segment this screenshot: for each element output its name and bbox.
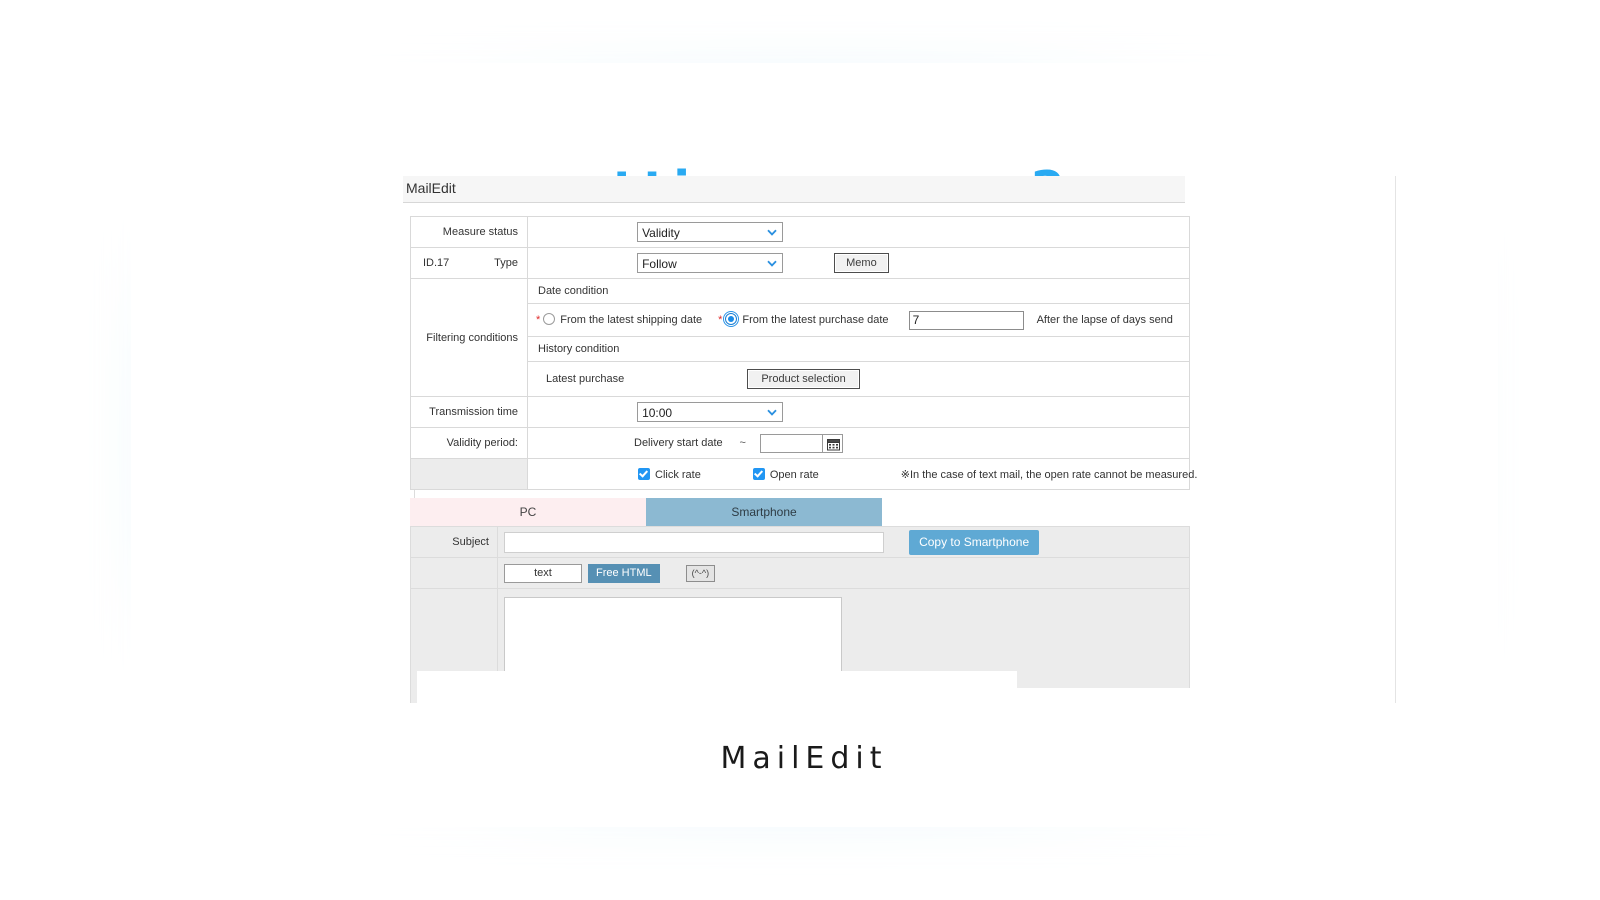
label-delivery-start-date: Delivery start date (634, 436, 723, 449)
chevron-down-icon (767, 229, 777, 236)
checkbox-open-rate[interactable] (752, 467, 765, 480)
row-filtering-date-heading: Filtering conditions Date condition (410, 278, 1190, 397)
row-validity-period: Validity period: Delivery start date ~ (410, 427, 1190, 459)
type-select-value: Follow (642, 257, 677, 271)
row-subject: Subject Copy to Smartphone (410, 526, 1190, 558)
label-click-rate: Click rate (655, 468, 701, 481)
tab-pc[interactable]: PC (410, 498, 646, 526)
required-mark: * (718, 313, 723, 326)
format-free-html-button[interactable]: Free HTML (588, 563, 660, 583)
format-text-button[interactable]: text (504, 563, 582, 583)
chevron-down-icon (767, 409, 777, 416)
label-latest-shipping-date: From the latest shipping date (560, 313, 703, 326)
screenshot-right-rule (1395, 176, 1396, 703)
label-rates-empty (410, 458, 528, 490)
label-type: Type (494, 257, 518, 269)
label-validity-period: Validity period: (410, 427, 528, 459)
product-selection-button[interactable]: Product selection (747, 369, 860, 389)
label-latest-purchase-date: From the latest purchase date (742, 313, 889, 326)
cell-subject: Copy to Smartphone (497, 526, 1190, 558)
screenshot-crop-mask-2 (1017, 688, 1417, 703)
subject-input[interactable] (504, 531, 884, 553)
row-filtering-history-heading: History condition (411, 336, 1190, 362)
row-measure-status: Measure status Validity (410, 216, 1190, 248)
days-input[interactable]: 7 (908, 310, 1024, 330)
cell-format-buttons: text Free HTML (^-^) (497, 557, 1190, 589)
cell-date-radios: * From the latest shipping date * From the … (527, 303, 1190, 337)
transmission-time-select[interactable]: 10:00 (637, 402, 784, 422)
calendar-icon[interactable] (821, 433, 843, 453)
label-measure-status: Measure status (410, 216, 528, 248)
cell-type: Follow Memo (527, 247, 1190, 279)
cell-format-label-empty (410, 557, 498, 589)
emoji-button[interactable]: (^-^) (685, 564, 716, 582)
date-condition-heading: Date condition (527, 278, 1190, 304)
transmission-time-select-value: 10:00 (642, 406, 673, 420)
slide-stage: setting screen2 MailEdit Measure status (0, 0, 1600, 900)
device-tabs: PC Smartphone (410, 498, 1190, 526)
required-mark: * (536, 313, 541, 326)
label-transmission-time: Transmission time (410, 396, 528, 428)
label-type-group: ID.17 Type (410, 247, 528, 279)
cell-validity-period: Delivery start date ~ (527, 427, 1190, 459)
label-subject: Subject (410, 526, 498, 558)
label-latest-purchase: Latest purchase (546, 372, 625, 385)
radio-latest-shipping-date[interactable] (543, 312, 556, 325)
screenshot-crop-mask (417, 671, 1017, 703)
app-screenshot: MailEdit Measure status Validity ID.17 T… (403, 176, 1498, 703)
row-type: ID.17 Type Follow Memo (410, 247, 1190, 279)
memo-button[interactable]: Memo (834, 253, 889, 273)
type-select[interactable]: Follow (637, 253, 784, 273)
validity-end-date-input[interactable] (759, 433, 822, 453)
cell-transmission-time: 10:00 (527, 396, 1190, 428)
settings-form-table: Measure status Validity ID.17 Type Follo… (410, 216, 1197, 490)
app-titlebar: MailEdit (403, 176, 1185, 203)
cell-measure-status: Validity (527, 216, 1190, 248)
row-rates: Click rate Open rate ※In the case of text … (410, 458, 1197, 490)
measure-status-select[interactable]: Validity (637, 222, 784, 242)
label-filtering-conditions: Filtering conditions (410, 278, 528, 397)
footer-caption: MailEdit (720, 741, 888, 776)
label-days-suffix: After the lapse of days send (1036, 313, 1173, 326)
measure-status-select-value: Validity (642, 226, 680, 240)
row-transmission-time: Transmission time 10:00 (410, 396, 1190, 428)
tab-smartphone[interactable]: Smartphone (646, 498, 882, 526)
cell-latest-purchase: Latest purchase Product selection (527, 361, 1190, 397)
row-filtering-history: Latest purchase Product selection (411, 361, 1190, 397)
history-condition-heading: History condition (527, 336, 1190, 362)
chevron-down-icon (767, 260, 777, 267)
label-open-rate: Open rate (769, 468, 819, 481)
app-title: MailEdit (406, 180, 456, 196)
label-id: ID.17 (423, 257, 450, 269)
cell-rates: Click rate Open rate ※In the case of text … (527, 458, 1197, 490)
row-format-buttons: text Free HTML (^-^) (410, 557, 1190, 589)
slide-card: setting screen2 MailEdit Measure status (131, 63, 1498, 827)
date-range-separator: ~ (739, 436, 746, 449)
copy-to-smartphone-button[interactable]: Copy to Smartphone (909, 529, 1040, 555)
checkbox-click-rate[interactable] (638, 467, 650, 480)
row-filtering-date-options: * From the latest shipping date * From the … (411, 303, 1190, 337)
rates-note: ※In the case of text mail, the open rate… (900, 468, 1198, 481)
